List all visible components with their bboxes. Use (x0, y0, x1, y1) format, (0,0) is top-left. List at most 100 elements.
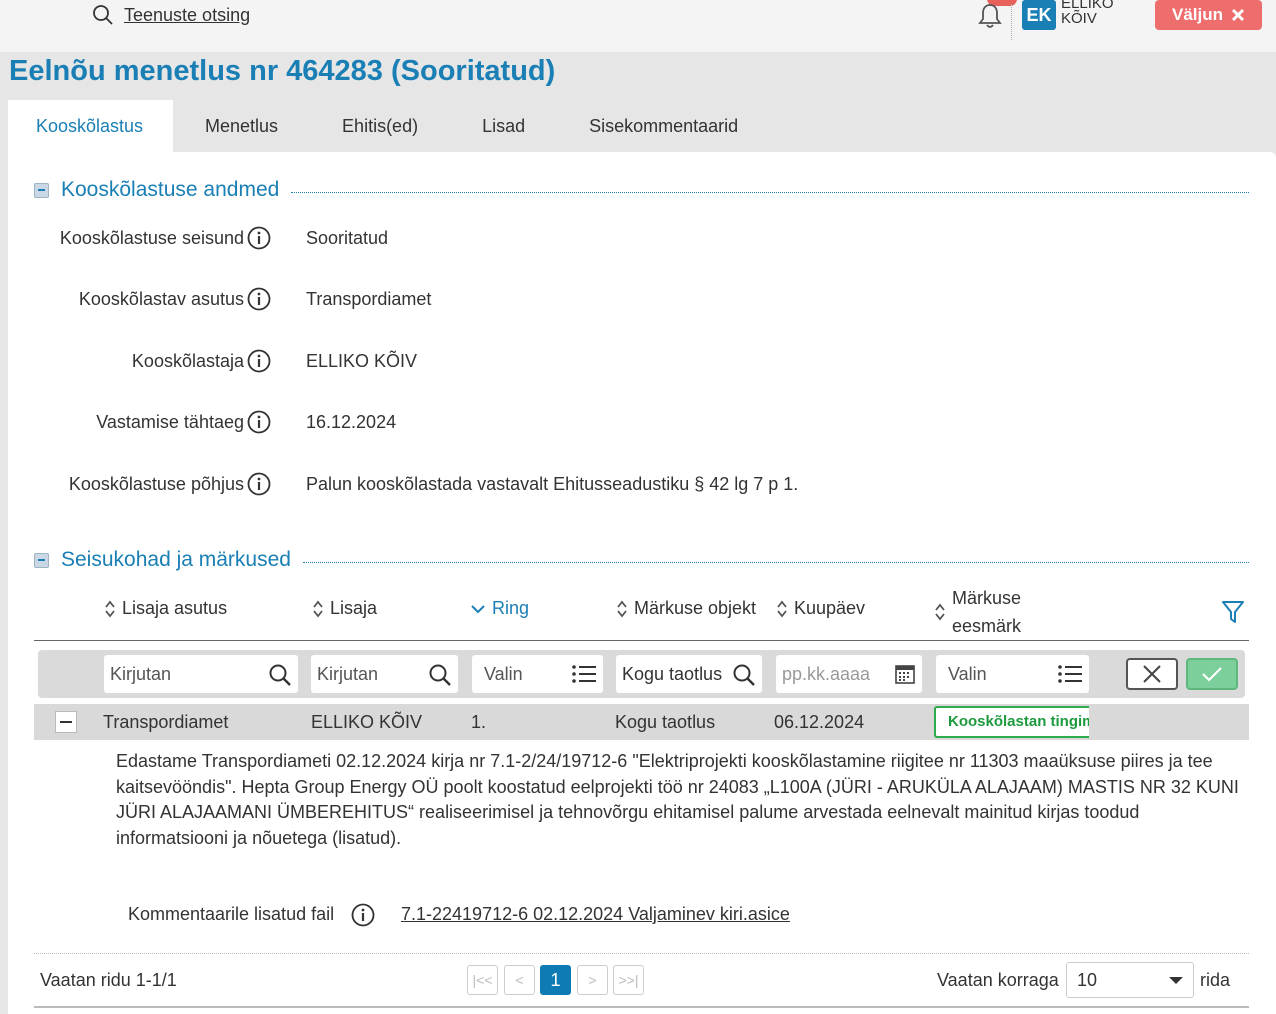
section-title: Kooskõlastuse andmed (61, 178, 280, 201)
info-icon[interactable] (247, 472, 271, 496)
column-label: Lisaja (330, 598, 378, 618)
sort-icon (935, 603, 945, 621)
info-icon[interactable] (247, 410, 271, 434)
filter-asutus-input[interactable]: Kirjutan (104, 655, 298, 693)
column-header-lisaja[interactable]: Lisaja (312, 598, 377, 619)
first-page-button[interactable]: |<< (467, 965, 498, 995)
last-page-button[interactable]: >>| (613, 965, 644, 995)
logout-button[interactable]: Väljun (1155, 0, 1262, 30)
attachment-label: Kommentaarile lisatud fail (128, 904, 335, 924)
filter-placeholder: Valin (948, 663, 987, 684)
field-value: 16.12.2024 (306, 412, 397, 432)
filter-placeholder: Valin (484, 663, 523, 684)
filter-placeholder: pp.kk.aaaa (782, 663, 871, 684)
per-page-value: 10 (1077, 970, 1098, 990)
sort-icon (777, 600, 787, 617)
info-icon[interactable] (247, 349, 271, 373)
divider (34, 640, 1249, 641)
status-badge: Kooskõlastan tingimustega (934, 706, 1089, 738)
filter-ring-select[interactable]: Valin (472, 655, 603, 693)
field-row: Vastamise tähtaeg 16.12.2024 (0, 408, 1250, 438)
cell-objekt: Kogu taotlus (615, 712, 716, 732)
section-seisukohad-ja-markused[interactable]: Seisukohad ja märkused (34, 548, 1249, 572)
calendar-icon (895, 665, 915, 684)
divider (1011, 4, 1012, 40)
column-label: Ring (492, 598, 530, 618)
field-label: Kooskõlastav asutus (78, 289, 244, 309)
per-page-label: Vaatan korraga (937, 970, 1059, 990)
column-header-kuupaev[interactable]: Kuupäev (776, 598, 865, 619)
field-row: Kooskõlastuse põhjus Palun kooskõlastada… (0, 470, 1250, 500)
column-label: Kuupäev (794, 598, 866, 618)
column-header-ring[interactable]: Ring (470, 598, 529, 619)
clear-filter-button[interactable] (1126, 658, 1178, 690)
column-label: eesmärk (952, 616, 1022, 636)
tab-menetlus[interactable]: Menetlus (173, 100, 310, 152)
list-icon (1058, 665, 1082, 683)
column-header-lisaja-asutus[interactable]: Lisaja asutus (104, 598, 227, 619)
field-value: Transpordiamet (306, 289, 432, 309)
logout-label: Väljun (1171, 5, 1223, 24)
search-icon (733, 664, 755, 686)
column-label: Märkuse objekt (634, 598, 757, 618)
collapse-icon[interactable] (34, 552, 49, 568)
page-button-current[interactable]: 1 (540, 965, 571, 995)
search-icon (429, 664, 451, 686)
filter-kuupaev-input[interactable]: pp.kk.aaaa (776, 655, 922, 693)
prev-page-button[interactable]: < (504, 965, 535, 995)
filter-icon[interactable] (1221, 599, 1245, 625)
section-title: Seisukohad ja märkused (61, 548, 291, 571)
collapse-icon[interactable] (55, 711, 77, 733)
close-icon (1143, 665, 1161, 683)
check-icon (1202, 667, 1222, 682)
filter-value: Kogu taotlus (622, 663, 723, 684)
content-panel (8, 152, 1276, 1014)
cell-lisaja: ELLIKO KÕIV (311, 712, 423, 732)
field-label: Kooskõlastuse põhjus (68, 474, 244, 494)
filter-placeholder: Kirjutan (110, 663, 172, 684)
top-bar: Teenuste otsing EK ELLIKO KÕIV Väljun (0, 0, 1276, 52)
field-value: Sooritatud (306, 228, 389, 248)
field-row: Kooskõlastuse seisund Sooritatud (0, 224, 1250, 254)
pager-summary: Vaatan ridu 1-1/1 (40, 970, 177, 990)
field-label: Vastamise tähtaeg (96, 412, 244, 432)
filter-placeholder: Kirjutan (317, 663, 379, 684)
chevron-down-icon (471, 604, 485, 613)
user-name[interactable]: ELLIKO KÕIV (1061, 0, 1131, 26)
field-row: Kooskõlastav asutus Transpordiamet (0, 285, 1250, 315)
search-icon (93, 5, 113, 25)
filter-eesmark-select[interactable]: Valin (936, 655, 1089, 693)
list-icon (572, 665, 596, 683)
field-row: Kooskõlastaja ELLIKO KÕIV (0, 347, 1250, 377)
cell-ring: 1. (471, 712, 487, 732)
tab-kooskolastus[interactable]: Kooskõlastus (8, 100, 173, 152)
rows-suffix: rida (1200, 970, 1231, 990)
sort-icon (313, 600, 323, 617)
apply-filter-button[interactable] (1186, 658, 1238, 690)
tab-sisekommentaarid[interactable]: Sisekommentaarid (557, 100, 770, 152)
info-icon[interactable] (351, 903, 375, 927)
attachment-file-link[interactable]: 7.1-22419712-6 02.12.2024 Valjaminev kir… (401, 902, 790, 926)
comment-text: Edastame Transpordiameti 02.12.2024 kirj… (116, 751, 1239, 848)
next-page-button[interactable]: > (577, 965, 608, 995)
column-header-markuse-objekt[interactable]: Märkuse objekt (616, 598, 756, 619)
tab-ehitised[interactable]: Ehitis(ed) (310, 100, 450, 152)
bell-icon[interactable] (977, 2, 1003, 30)
field-label: Kooskõlastaja (131, 351, 244, 371)
service-search-link[interactable]: Teenuste otsing (92, 3, 250, 27)
divider (302, 561, 1249, 563)
info-icon[interactable] (247, 226, 271, 250)
column-label: Märkuse (952, 588, 1022, 608)
section-kooskolastuse-andmed[interactable]: Kooskõlastuse andmed (34, 178, 1249, 202)
per-page-select[interactable]: 10 (1066, 962, 1194, 998)
info-icon[interactable] (247, 287, 271, 311)
tab-lisad[interactable]: Lisad (450, 100, 557, 152)
filter-lisaja-input[interactable]: Kirjutan (311, 655, 458, 693)
filter-objekt-input[interactable]: Kogu taotlus (616, 655, 762, 693)
search-icon (269, 664, 291, 686)
collapse-icon[interactable] (34, 182, 49, 198)
avatar[interactable]: EK (1022, 0, 1056, 30)
column-label: Lisaja asutus (122, 598, 228, 618)
field-label: Kooskõlastuse seisund (59, 228, 244, 248)
column-header-markuse-eesmark[interactable]: Märkuse eesmärk (934, 584, 1021, 640)
